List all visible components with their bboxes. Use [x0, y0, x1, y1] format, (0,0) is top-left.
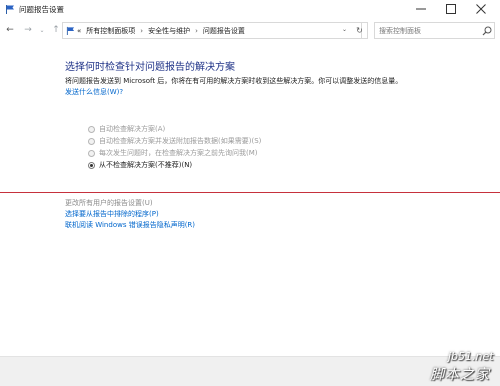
maximize-icon [446, 3, 456, 14]
breadcrumb-separator-icon[interactable]: › [140, 27, 143, 35]
window-title: 问题报告设置 [19, 5, 64, 14]
divider [0, 192, 500, 193]
option-auto-check[interactable]: 自动检查解决方案(A) [88, 123, 261, 135]
change-all-users-link[interactable]: 更改所有用户的报告设置(U) [65, 198, 195, 209]
privacy-statement-link[interactable]: 联机阅读 Windows 错误报告隐私声明(R) [65, 220, 195, 231]
breadcrumb-item-problem-reporting[interactable]: 问题报告设置 [203, 26, 245, 36]
search-input[interactable] [379, 25, 479, 37]
close-button[interactable] [466, 0, 496, 17]
search-box [374, 22, 495, 39]
option-never-check[interactable]: 从不检查解决方案(不推荐)(N) [88, 159, 261, 171]
watermark-site: jb51.net [448, 350, 494, 363]
recent-locations-button[interactable]: ⌄ [37, 25, 47, 35]
forward-button[interactable]: → [23, 25, 33, 35]
maximize-button[interactable] [436, 0, 466, 17]
option-ask-me[interactable]: 每次发生问题时，在检查解决方案之前先询问我(M) [88, 147, 261, 159]
option-label: 从不检查解决方案(不推荐)(N) [99, 161, 193, 169]
radio-button-selected[interactable] [88, 161, 95, 169]
page-title: 选择何时检查针对问题报告的解决方案 [65, 62, 235, 73]
overflow-chevron-icon[interactable]: « [77, 27, 81, 35]
exclude-programs-link[interactable]: 选择要从报告中排除的程序(P) [65, 209, 195, 220]
footer-bar [0, 356, 500, 386]
option-label: 自动检查解决方案并发送附加报告数据(如果需要)(S) [99, 137, 262, 145]
option-label: 自动检查解决方案(A) [99, 125, 166, 133]
breadcrumb-item-all-items[interactable]: 所有控制面板项 [86, 26, 135, 36]
page-description: 将问题报告发送到 Microsoft 后，你将在有可用的解决方案时收到这些解决方… [65, 77, 403, 85]
back-arrow-icon: ← [6, 25, 14, 35]
refresh-icon: ↻ [356, 26, 363, 35]
radio-button[interactable] [88, 125, 95, 133]
related-links: 更改所有用户的报告设置(U) 选择要从报告中排除的程序(P) 联机阅读 Wind… [65, 198, 195, 231]
radio-button[interactable] [88, 149, 95, 157]
forward-arrow-icon: → [24, 25, 32, 35]
title-bar: 问题报告设置 [0, 0, 500, 19]
solution-check-options: 自动检查解决方案(A) 自动检查解决方案并发送附加报告数据(如果需要)(S) 每… [88, 123, 261, 171]
up-arrow-icon: ↑ [52, 25, 60, 35]
back-button[interactable]: ← [5, 25, 15, 35]
close-icon [476, 3, 486, 14]
flag-icon [6, 5, 14, 14]
option-label: 每次发生问题时，在检查解决方案之前先询问我(M) [99, 149, 258, 157]
address-dropdown-icon[interactable]: ⌄ [342, 26, 347, 33]
minimize-button[interactable] [406, 0, 436, 17]
chevron-down-icon: ⌄ [39, 26, 45, 34]
breadcrumb-separator-icon[interactable]: › [195, 27, 198, 35]
refresh-button[interactable]: ↻ [352, 22, 368, 39]
breadcrumb: « 所有控制面板项 › 安全性与维护 › 问题报告设置 [77, 26, 245, 36]
minimize-icon [416, 8, 426, 9]
main-content: 选择何时检查针对问题报告的解决方案 将问题报告发送到 Microsoft 后，你… [0, 43, 500, 356]
radio-button[interactable] [88, 137, 95, 145]
navigation-bar: ← → ⌄ ↑ « 所有控制面板项 › 安全性与维护 › 问题报告设置 ⌄ ↻ [0, 19, 500, 43]
what-information-is-sent-link[interactable]: 发送什么信息(W)? [65, 87, 123, 97]
breadcrumb-item-security[interactable]: 安全性与维护 [148, 26, 190, 36]
search-icon[interactable] [482, 26, 492, 36]
address-bar[interactable]: « 所有控制面板项 › 安全性与维护 › 问题报告设置 ⌄ [62, 22, 362, 39]
flag-icon [66, 26, 75, 35]
option-auto-check-send-data[interactable]: 自动检查解决方案并发送附加报告数据(如果需要)(S) [88, 135, 261, 147]
watermark-name: 脚本之家 [430, 367, 490, 383]
up-button[interactable]: ↑ [51, 25, 61, 35]
